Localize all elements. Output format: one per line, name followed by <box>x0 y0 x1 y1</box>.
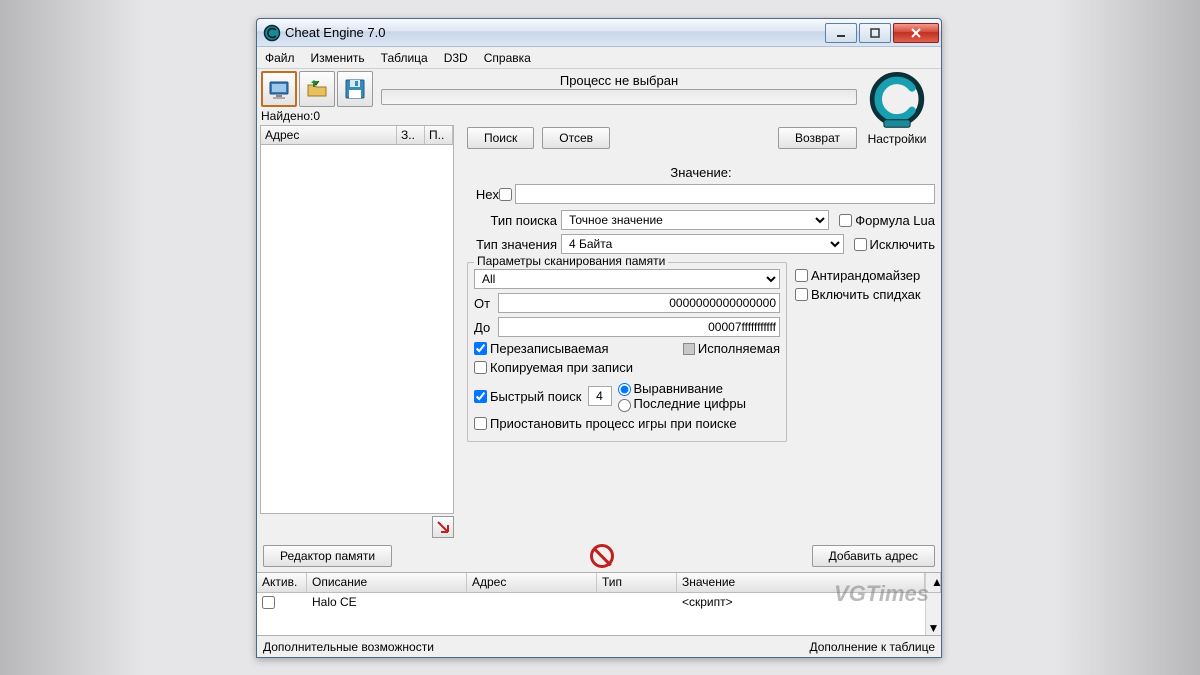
app-window: Cheat Engine 7.0 Файл Изменить Таблица D… <box>256 18 942 658</box>
settings-label: Настройки <box>861 132 933 146</box>
maximize-button[interactable] <box>859 23 891 43</box>
undo-scan-button[interactable]: Возврат <box>778 127 857 149</box>
hex-checkbox[interactable] <box>499 188 512 201</box>
cheat-table: Актив. Описание Адрес Тип Значение ▲ Hal… <box>257 572 941 635</box>
to-input[interactable] <box>498 317 780 337</box>
settings-logo[interactable]: Настройки <box>861 71 933 146</box>
col-value[interactable]: Значение <box>677 573 925 592</box>
scantype-label: Тип поиска <box>467 213 557 228</box>
speedhack-label: Включить спидхак <box>811 287 921 302</box>
cheat-engine-logo-icon <box>867 71 927 131</box>
footer: Дополнительные возможности Дополнение к … <box>257 635 941 657</box>
scrollbar-stub[interactable]: ▲ <box>925 573 941 592</box>
no-process-icon <box>590 544 614 568</box>
close-button[interactable] <box>893 23 939 43</box>
found-value: 0 <box>313 109 320 123</box>
results-col-value[interactable]: З.. <box>397 126 425 144</box>
add-address-button[interactable]: Добавить адрес <box>812 545 935 567</box>
writable-label: Перезаписываемая <box>490 341 609 356</box>
from-input[interactable] <box>498 293 780 313</box>
fastscan-input[interactable] <box>588 386 612 406</box>
to-label: До <box>474 320 498 335</box>
menu-table[interactable]: Таблица <box>373 51 436 65</box>
next-scan-button[interactable]: Отсев <box>542 127 610 149</box>
menubar: Файл Изменить Таблица D3D Справка <box>257 47 941 69</box>
results-col-address[interactable]: Адрес <box>261 126 397 144</box>
table-row[interactable]: Halo CE <скрипт> <box>257 593 925 611</box>
footer-right[interactable]: Дополнение к таблице <box>809 640 935 654</box>
exclude-label: Исключить <box>870 237 936 252</box>
progress-bar <box>381 89 857 105</box>
valuetype-label: Тип значения <box>467 237 557 252</box>
toolbar: Процесс не выбран <box>257 69 941 109</box>
footer-left[interactable]: Дополнительные возможности <box>263 640 434 654</box>
computer-icon <box>267 77 291 101</box>
results-list[interactable] <box>260 145 454 514</box>
hex-label: Hex <box>467 187 499 202</box>
col-type[interactable]: Тип <box>597 573 677 592</box>
value-label: Значение: <box>670 165 731 180</box>
row-description: Halo CE <box>312 595 472 609</box>
save-button[interactable] <box>337 71 373 107</box>
scantype-select[interactable]: Точное значение <box>561 210 829 230</box>
memory-region-select[interactable]: All <box>474 269 780 289</box>
row-value: <скрипт> <box>682 595 920 609</box>
process-label: Процесс не выбран <box>381 73 857 88</box>
lastdigits-label: Последние цифры <box>634 396 746 411</box>
menu-file[interactable]: Файл <box>257 51 303 65</box>
lua-checkbox[interactable] <box>839 214 852 227</box>
cow-checkbox[interactable] <box>474 361 487 374</box>
middle-buttons: Редактор памяти Добавить адрес <box>257 540 941 572</box>
cheat-table-header: Актив. Описание Адрес Тип Значение ▲ <box>257 573 941 593</box>
lastdigits-radio[interactable] <box>618 399 631 412</box>
scan-options-group: Параметры сканирования памяти All От До … <box>467 262 787 442</box>
open-file-button[interactable] <box>299 71 335 107</box>
speedhack-checkbox[interactable] <box>795 288 808 301</box>
memory-viewer-button[interactable]: Редактор памяти <box>263 545 392 567</box>
from-label: От <box>474 296 498 311</box>
fastscan-checkbox[interactable] <box>474 390 487 403</box>
col-address[interactable]: Адрес <box>467 573 597 592</box>
results-col-previous[interactable]: П.. <box>425 126 453 144</box>
lua-label: Формула Lua <box>855 213 935 228</box>
found-label: Найдено: <box>261 109 313 123</box>
add-to-table-button[interactable] <box>432 516 454 538</box>
first-scan-button[interactable]: Поиск <box>467 127 534 149</box>
menu-help[interactable]: Справка <box>476 51 539 65</box>
valuetype-select[interactable]: 4 Байта <box>561 234 844 254</box>
vertical-scrollbar[interactable]: ▼ <box>925 593 941 635</box>
value-input[interactable] <box>515 184 935 204</box>
open-process-button[interactable] <box>261 71 297 107</box>
floppy-icon <box>343 77 367 101</box>
scan-panel: Поиск Отсев Возврат Значение: Hex Тип по… <box>457 123 941 540</box>
pause-checkbox[interactable] <box>474 417 487 430</box>
fastscan-label: Быстрый поиск <box>490 389 582 404</box>
found-row: Найдено:0 <box>257 109 941 123</box>
writable-checkbox[interactable] <box>474 342 487 355</box>
antirand-checkbox[interactable] <box>795 269 808 282</box>
results-header: Адрес З.. П.. <box>260 125 454 145</box>
alignment-label: Выравнивание <box>634 381 723 396</box>
folder-open-icon <box>305 77 329 101</box>
col-description[interactable]: Описание <box>307 573 467 592</box>
executable-checkbox[interactable] <box>683 343 695 355</box>
antirand-label: Антирандомайзер <box>811 268 920 283</box>
col-active[interactable]: Актив. <box>257 573 307 592</box>
window-title: Cheat Engine 7.0 <box>285 25 825 40</box>
arrow-down-right-icon <box>436 520 450 534</box>
minimize-button[interactable] <box>825 23 857 43</box>
results-panel: Адрес З.. П.. <box>257 123 457 540</box>
menu-edit[interactable]: Изменить <box>303 51 373 65</box>
row-active-checkbox[interactable] <box>262 596 275 609</box>
menu-d3d[interactable]: D3D <box>436 51 476 65</box>
exclude-checkbox[interactable] <box>854 238 867 251</box>
titlebar[interactable]: Cheat Engine 7.0 <box>257 19 941 47</box>
alignment-radio[interactable] <box>618 383 631 396</box>
scan-options-legend: Параметры сканирования памяти <box>474 254 668 268</box>
app-icon <box>263 24 281 42</box>
cow-label: Копируемая при записи <box>490 360 633 375</box>
pause-label: Приостановить процесс игры при поиске <box>490 416 737 431</box>
executable-label: Исполняемая <box>698 341 780 356</box>
